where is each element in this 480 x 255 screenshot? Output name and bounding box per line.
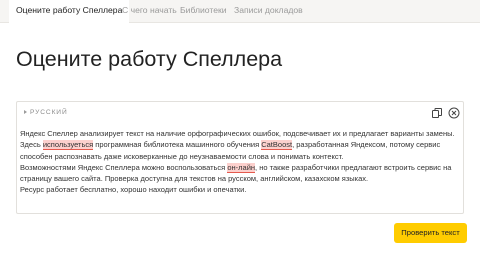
tab-rate-speller[interactable]: Оцените работу Спеллера	[9, 0, 130, 23]
language-selector[interactable]: РУССКИЙ	[24, 108, 68, 117]
spelling-error-highlight[interactable]: используеться	[42, 140, 94, 151]
triangle-right-icon	[24, 109, 27, 114]
editor-text[interactable]: Яндекс Спеллер анализирует текст на нали…	[20, 128, 464, 196]
page-title: Оцените работу Спеллера	[16, 47, 283, 71]
check-text-button[interactable]: Проверить текст	[394, 223, 467, 243]
tab-libraries[interactable]: Библиотеки	[180, 0, 227, 22]
text-line: Яндекс Спеллер анализирует текст на нали…	[20, 129, 455, 138]
text-segment: Здесь	[20, 140, 43, 150]
spelling-error-highlight[interactable]: CatBoost	[261, 140, 293, 151]
language-label: РУССКИЙ	[30, 109, 68, 116]
text-line: страницу вашего сайта. Проверка доступна…	[20, 174, 369, 184]
text-line: способен распознавать даже исковерканные…	[20, 151, 344, 161]
text-line: Возможностями Яндекс Спеллера можно восп…	[20, 162, 464, 173]
tab-talk-recordings[interactable]: Записи докладов	[234, 0, 303, 22]
copy-icon[interactable]	[431, 107, 443, 119]
tab-getting-started[interactable]: С чего начать	[122, 0, 177, 22]
text-segment: , но также разработчики предлагают встро…	[255, 162, 452, 172]
text-segment: программная библиотека машинного обучени…	[93, 140, 262, 150]
text-segment: , разработанная Яндексом, потому сервис	[292, 140, 441, 150]
text-line: Здесь используеться программная библиоте…	[20, 139, 464, 151]
text-segment: Возможностями Яндекс Спеллера можно восп…	[20, 162, 228, 172]
top-navigation: Оцените работу Спеллера С чего начать Би…	[0, 0, 480, 23]
spelling-error-highlight[interactable]: он-лайн	[227, 162, 256, 173]
clear-icon[interactable]	[448, 107, 460, 119]
text-editor-card: РУССКИЙ Яндекс Спеллер анализирует текст…	[16, 101, 464, 214]
text-line: Ресурс работает бесплатно, хорошо находи…	[20, 185, 247, 195]
